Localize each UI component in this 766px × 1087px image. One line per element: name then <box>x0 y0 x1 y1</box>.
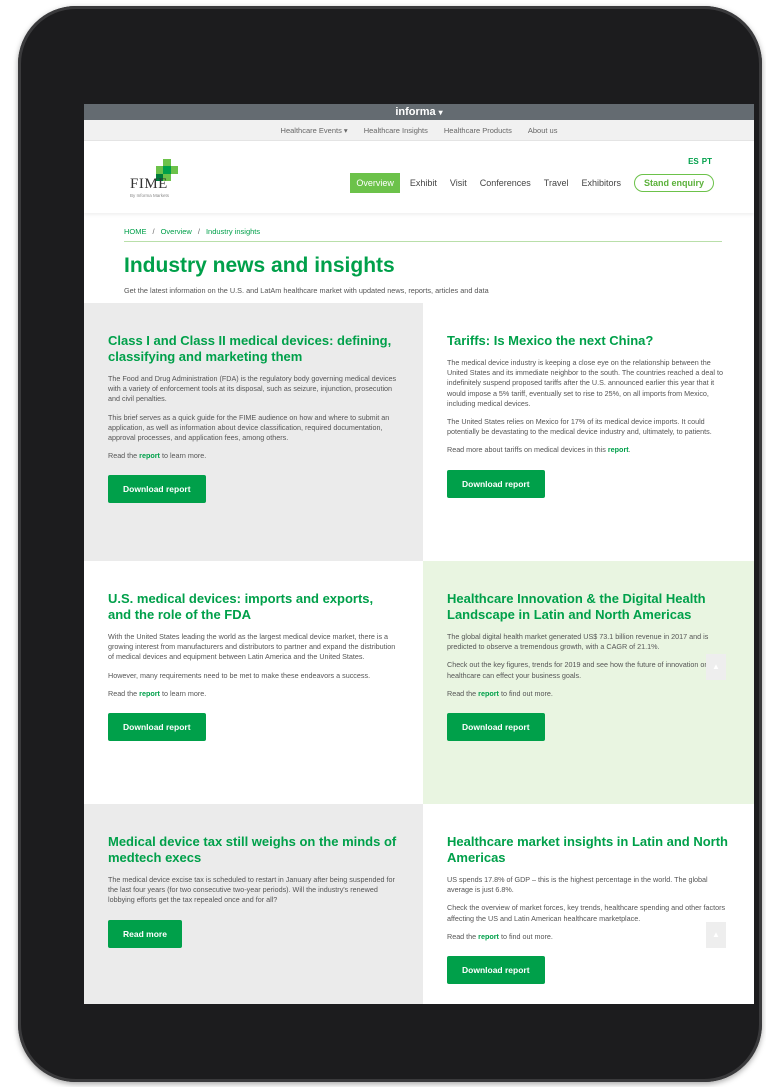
read-text: to find out more. <box>498 931 553 941</box>
breadcrumb-separator: / <box>197 227 200 236</box>
card-read-line: Read the report to learn more. <box>108 689 399 699</box>
lang-pt[interactable]: PT <box>702 157 712 166</box>
top-nav-healthcare-events[interactable]: Healthcare Events ▾ <box>281 126 348 135</box>
download-report-button[interactable]: Download report <box>108 475 206 504</box>
arrow-up-icon: ▲ <box>712 930 720 939</box>
main-nav: Overview Exhibit Visit Conferences Trave… <box>350 173 714 193</box>
breadcrumb-separator: / <box>152 227 155 236</box>
top-nav: Healthcare Events ▾ Healthcare Insights … <box>84 120 754 141</box>
download-report-button[interactable]: Download report <box>447 469 545 498</box>
nav-conferences[interactable]: Conferences <box>480 178 531 188</box>
top-nav-healthcare-insights[interactable]: Healthcare Insights <box>364 126 428 135</box>
card-paragraph: Check out the key figures, trends for 20… <box>447 660 709 680</box>
logo-wordmark: FIME <box>130 176 168 192</box>
read-text: Read the <box>108 688 140 698</box>
nav-exhibitors[interactable]: Exhibitors <box>581 178 621 188</box>
card-paragraph: The medical device excise tax is schedul… <box>108 875 395 905</box>
stand-enquiry-button[interactable]: Stand enquiry <box>633 174 714 192</box>
read-text: Read the <box>108 451 140 461</box>
download-report-button[interactable]: Download report <box>447 956 545 985</box>
insight-card: Healthcare Innovation & the Digital Heal… <box>423 561 754 804</box>
read-text: to learn more. <box>159 688 207 698</box>
insights-grid: Class I and Class II medical devices: de… <box>84 303 754 1004</box>
card-read-line: Read the report to find out more. <box>447 932 730 942</box>
insight-card: Healthcare market insights in Latin and … <box>423 804 754 1004</box>
chevron-down-icon: ▾ <box>438 108 443 117</box>
read-text: to learn more. <box>159 451 207 461</box>
card-paragraph: This brief serves as a quick guide for t… <box>108 412 390 443</box>
tablet-frame: informa ▾ Healthcare Events ▾ Healthcare … <box>18 6 762 1082</box>
top-nav-about-us[interactable]: About us <box>528 126 558 135</box>
insight-card: Tariffs: Is Mexico the next China? The m… <box>423 303 754 561</box>
card-title: U.S. medical devices: imports and export… <box>108 591 374 622</box>
breadcrumb: HOME / Overview / Industry insights <box>124 227 260 236</box>
card-title: Tariffs: Is Mexico the next China? <box>447 333 654 348</box>
card-read-line: Read the report to find out more. <box>447 689 730 699</box>
read-text: . <box>628 445 631 455</box>
report-link[interactable]: report <box>139 451 160 460</box>
read-text: Read the <box>447 688 479 698</box>
breadcrumb-home[interactable]: HOME <box>124 227 147 236</box>
fime-logo[interactable]: FIME By Informa Markets <box>130 159 200 199</box>
read-text: to find out more. <box>498 688 553 698</box>
nav-visit[interactable]: Visit <box>450 178 467 188</box>
card-paragraph: With the United States leading the world… <box>108 632 396 662</box>
report-link[interactable]: report <box>139 689 160 698</box>
breadcrumb-current[interactable]: Industry insights <box>206 227 260 236</box>
page-subtitle: Get the latest information on the U.S. a… <box>124 286 489 295</box>
report-link[interactable]: report <box>478 932 499 941</box>
insight-card: Class I and Class II medical devices: de… <box>84 303 423 561</box>
read-text: Read the <box>447 931 479 941</box>
card-title: Medical device tax still weighs on the m… <box>108 834 397 865</box>
nav-exhibit[interactable]: Exhibit <box>410 178 437 188</box>
card-paragraph: The medical device industry is keeping a… <box>447 358 723 408</box>
lang-es[interactable]: ES <box>688 157 699 166</box>
read-text: Read more about tariffs on medical devic… <box>447 445 608 455</box>
card-paragraph: However, many requirements need to be me… <box>108 670 371 680</box>
page-title: Industry news and insights <box>124 254 395 277</box>
card-paragraph: US spends 17.8% of GDP – this is the hig… <box>447 875 708 895</box>
browser-viewport: informa ▾ Healthcare Events ▾ Healthcare … <box>84 104 754 1004</box>
nav-travel[interactable]: Travel <box>544 178 569 188</box>
card-paragraph: The United States relies on Mexico for 1… <box>447 417 712 437</box>
download-report-button[interactable]: Download report <box>108 713 206 742</box>
card-paragraph: The global digital health market generat… <box>447 632 709 652</box>
breadcrumb-overview[interactable]: Overview <box>161 227 192 236</box>
card-title: Healthcare Innovation & the Digital Heal… <box>447 591 706 622</box>
logo-tagline: By Informa Markets <box>130 193 170 198</box>
insight-card: Medical device tax still weighs on the m… <box>84 804 423 1004</box>
card-title: Class I and Class II medical devices: de… <box>108 333 392 364</box>
arrow-up-icon: ▲ <box>712 662 720 671</box>
card-paragraph: The Food and Drug Administration (FDA) i… <box>108 374 397 404</box>
site-header: FIME By Informa Markets ES PT Overview Ex… <box>84 141 754 213</box>
nav-overview[interactable]: Overview <box>350 173 400 193</box>
read-more-button[interactable]: Read more <box>108 919 182 948</box>
informa-label: informa <box>395 106 436 118</box>
report-link[interactable]: report <box>478 689 499 698</box>
insight-card: U.S. medical devices: imports and export… <box>84 561 423 804</box>
informa-bar[interactable]: informa ▾ <box>84 104 754 120</box>
card-read-line: Read the report to learn more. <box>108 451 399 461</box>
card-paragraph: Check the overview of market forces, key… <box>447 903 726 923</box>
card-title: Healthcare market insights in Latin and … <box>447 834 728 865</box>
scroll-to-top-button[interactable]: ▲ <box>706 654 726 680</box>
language-switcher: ES PT <box>685 157 712 166</box>
scroll-to-top-button[interactable]: ▲ <box>706 922 726 948</box>
download-report-button[interactable]: Download report <box>447 713 545 742</box>
breadcrumb-divider <box>124 241 722 242</box>
card-read-line: Read more about tariffs on medical devic… <box>447 445 730 455</box>
top-nav-healthcare-products[interactable]: Healthcare Products <box>444 126 512 135</box>
report-link[interactable]: report <box>608 445 629 454</box>
